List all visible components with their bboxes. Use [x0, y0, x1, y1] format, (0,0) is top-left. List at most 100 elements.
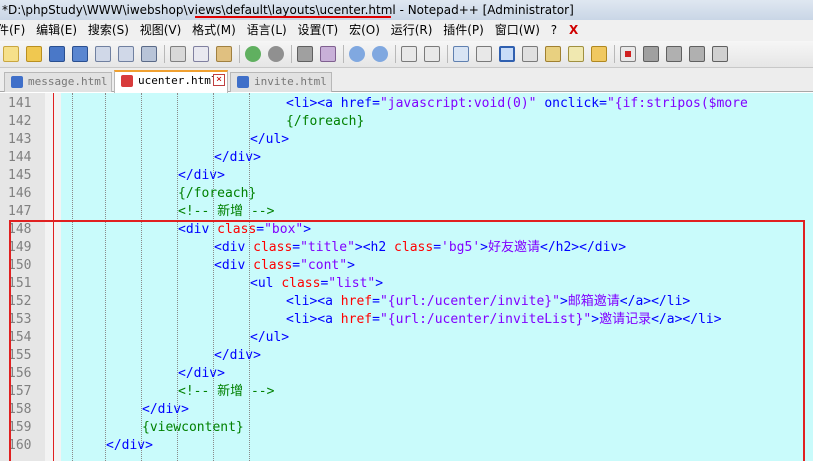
code-line[interactable]: 156 </div>	[0, 365, 813, 383]
menu-language[interactable]: 语言(L)	[244, 20, 291, 41]
code-line[interactable]: 150 <div class="cont">	[0, 257, 813, 275]
close-all-icon[interactable]	[118, 46, 134, 62]
print-icon[interactable]	[141, 46, 157, 62]
code-token: href	[340, 294, 373, 309]
copy-icon[interactable]	[193, 46, 209, 62]
code-token: =	[372, 96, 380, 111]
code-line[interactable]: 158 </div>	[0, 401, 813, 419]
code-line[interactable]: 149 <div class="title"><h2 class='bg5'>好友…	[0, 239, 813, 257]
code-token: 好友邀请	[487, 240, 540, 255]
close-tab-icon[interactable]: ×	[213, 74, 225, 86]
code-line[interactable]: 154 </ul>	[0, 329, 813, 347]
close-document-icon[interactable]: X	[565, 20, 578, 41]
doc-map-icon[interactable]	[545, 46, 561, 62]
close-file-icon[interactable]	[95, 46, 111, 62]
open-file-icon[interactable]	[26, 46, 42, 62]
code-token: </a></li>	[651, 312, 722, 327]
zoom-in-icon[interactable]	[349, 46, 365, 62]
word-wrap-icon[interactable]	[453, 46, 469, 62]
code-token: <!-- 新增 -->	[178, 204, 275, 219]
menu-macro[interactable]: 宏(O)	[346, 20, 384, 41]
folder-workspace-icon[interactable]	[591, 46, 607, 62]
code-token: class	[253, 258, 293, 273]
sync-vertical-icon[interactable]	[401, 46, 417, 62]
code-line[interactable]: 146 {/foreach}	[0, 185, 813, 203]
code-line[interactable]: 157 <!-- 新增 -->	[0, 383, 813, 401]
play-macro-icon[interactable]	[666, 46, 682, 62]
code-line[interactable]: 152 <li><a href="{url:/ucenter/invite}">邮…	[0, 293, 813, 311]
find-icon[interactable]	[297, 46, 313, 62]
code-line[interactable]: 160 </div>	[0, 437, 813, 455]
menu-view[interactable]: 视图(V)	[137, 20, 186, 41]
code-line[interactable]: 148 <div class="box">	[0, 221, 813, 239]
code-line[interactable]: 144 </div>	[0, 149, 813, 167]
indent-guide-icon[interactable]	[499, 46, 515, 62]
line-number: 143	[8, 132, 32, 147]
new-file-icon[interactable]	[3, 46, 19, 62]
code-line[interactable]: 145 </div>	[0, 167, 813, 185]
paste-icon[interactable]	[216, 46, 232, 62]
lang-format-icon[interactable]	[522, 46, 538, 62]
tab-invite-html[interactable]: invite.html	[230, 72, 332, 92]
menu-run[interactable]: 运行(R)	[388, 20, 437, 41]
sync-horizontal-icon[interactable]	[424, 46, 440, 62]
code-token: "cont"	[300, 258, 348, 273]
code-line[interactable]: 155 </div>	[0, 347, 813, 365]
code-line[interactable]: 159 {viewcontent}	[0, 419, 813, 437]
menu-edit[interactable]: 编辑(E)	[33, 20, 81, 41]
line-number: 152	[8, 294, 32, 309]
stop-macro-icon[interactable]	[643, 46, 659, 62]
menu-bar: 件(F) 编辑(E) 搜索(S) 视图(V) 格式(M) 语言(L) 设置(T)…	[0, 20, 813, 41]
zoom-out-icon[interactable]	[372, 46, 388, 62]
function-list-icon[interactable]	[568, 46, 584, 62]
tab-message-html[interactable]: message.html	[4, 72, 112, 92]
replace-icon[interactable]	[320, 46, 336, 62]
menu-help[interactable]: ?	[548, 20, 561, 41]
code-token: 邀请记录	[599, 312, 652, 327]
code-line[interactable]: 141 <li><a href="javascript:void(0)" oncl…	[0, 95, 813, 113]
line-number: 160	[8, 438, 32, 453]
save-icon[interactable]	[49, 46, 65, 62]
window-title-views: views	[187, 3, 222, 17]
code-token: >	[303, 222, 312, 237]
code-line[interactable]: 147 <!-- 新增 -->	[0, 203, 813, 221]
file-saved-icon	[237, 76, 249, 88]
code-token: class	[394, 240, 434, 255]
menu-plugins[interactable]: 插件(P)	[440, 20, 488, 41]
code-text: <!-- 新增 -->	[178, 383, 274, 401]
code-text: <li><a href="{url:/ucenter/inviteList}">…	[286, 311, 722, 329]
code-editor[interactable]: 141 <li><a href="javascript:void(0)" oncl…	[0, 93, 813, 461]
redo-icon[interactable]	[268, 46, 284, 62]
menu-settings[interactable]: 设置(T)	[295, 20, 343, 41]
code-token: "box"	[264, 222, 304, 237]
menu-search[interactable]: 搜索(S)	[85, 20, 133, 41]
save-macro-icon[interactable]	[712, 46, 728, 62]
toolbar-separator	[395, 45, 396, 63]
save-all-icon[interactable]	[72, 46, 88, 62]
code-token: </ul>	[250, 132, 290, 147]
document-tab-bar: message.html ucenter.html × invite.html	[0, 68, 813, 93]
code-token: =	[433, 240, 442, 255]
menu-format[interactable]: 格式(M)	[189, 20, 240, 41]
tab-ucenter-html[interactable]: ucenter.html ×	[114, 70, 228, 93]
tab-label: message.html	[28, 75, 108, 88]
record-macro-icon[interactable]	[620, 46, 636, 62]
code-line[interactable]: 153 <li><a href="{url:/ucenter/inviteList…	[0, 311, 813, 329]
run-macro-multiple-icon[interactable]	[689, 46, 705, 62]
code-line[interactable]: 151 <ul class="list">	[0, 275, 813, 293]
line-number: 142	[8, 114, 32, 129]
code-token: <div	[214, 258, 254, 273]
code-line[interactable]: 143 </ul>	[0, 131, 813, 149]
code-token: {/foreach}	[286, 114, 365, 129]
undo-icon[interactable]	[245, 46, 261, 62]
cut-icon[interactable]	[170, 46, 186, 62]
code-text: {/foreach}	[286, 113, 364, 131]
code-line[interactable]: 142 {/foreach}	[0, 113, 813, 131]
code-text: </div>	[178, 365, 225, 383]
show-all-chars-icon[interactable]	[476, 46, 492, 62]
file-saved-icon	[11, 76, 23, 88]
menu-file[interactable]: 件(F)	[0, 20, 29, 41]
menu-window[interactable]: 窗口(W)	[492, 20, 544, 41]
code-token: =	[372, 294, 380, 309]
code-token: onclick	[544, 96, 600, 111]
